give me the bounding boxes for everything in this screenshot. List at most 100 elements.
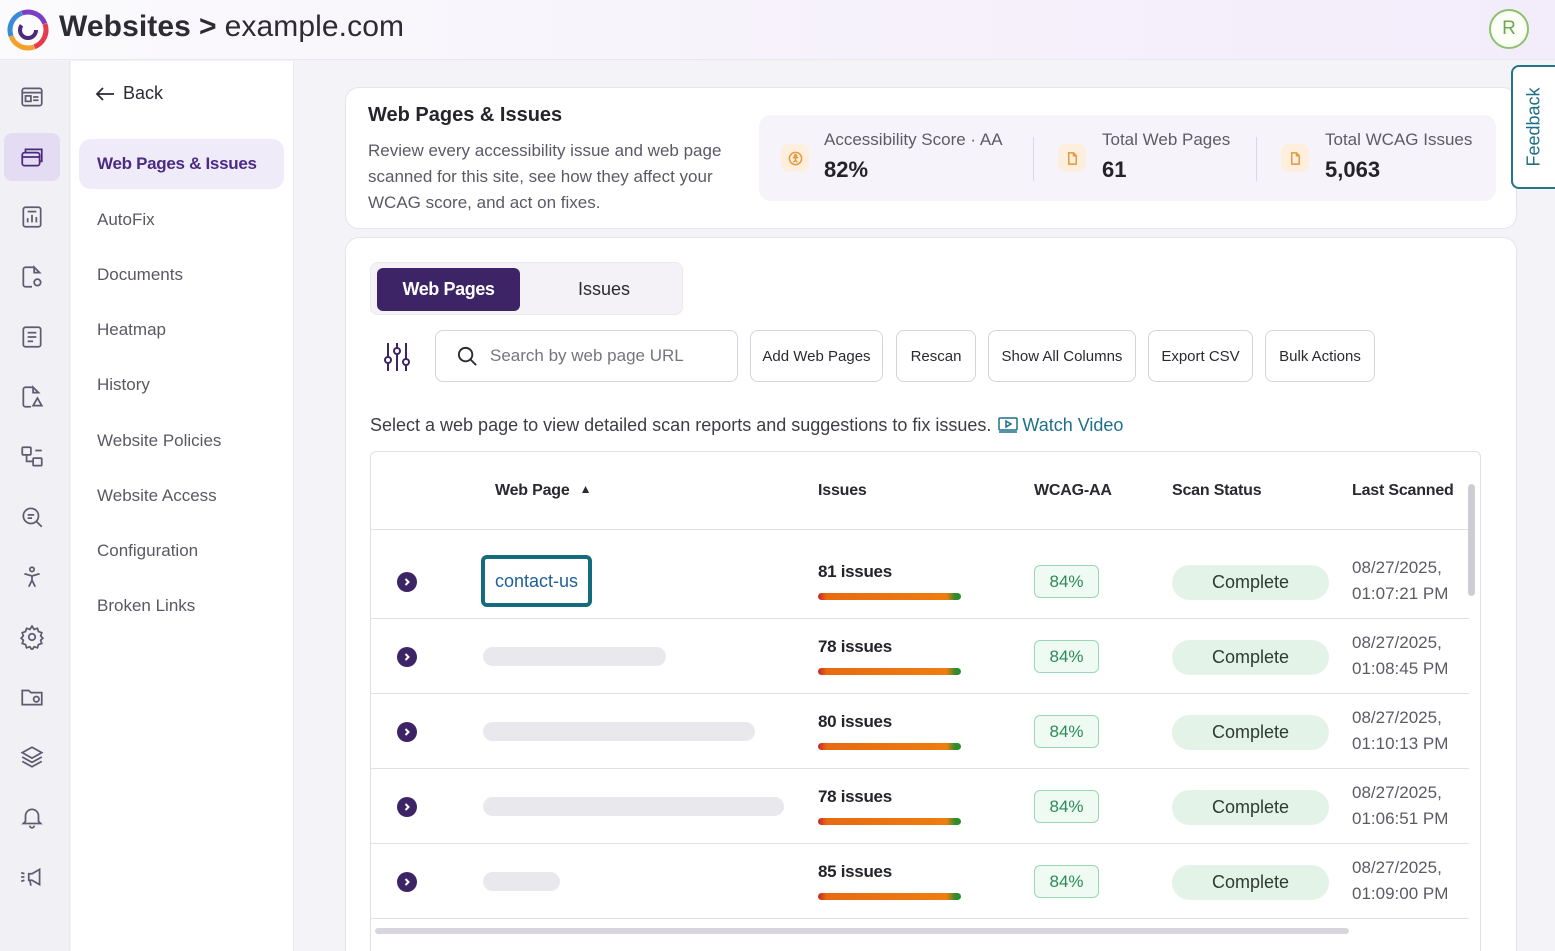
column-header-web-page[interactable]: Web Page ▲ [495, 482, 591, 500]
web-page-link[interactable]: contact-us [481, 555, 593, 607]
chevron-right-icon [404, 653, 410, 661]
column-header-label: Web Page [495, 482, 570, 499]
issues-count: 85 issues [818, 862, 892, 881]
wcag-score-badge: 84% [1034, 715, 1099, 748]
page-title: Web Pages & Issues [368, 104, 563, 126]
column-header-wcag-aa[interactable]: WCAG-AA [1034, 482, 1112, 500]
export-csv-button[interactable]: Export CSV [1148, 330, 1253, 382]
issues-severity-bar [818, 818, 961, 825]
issues-severity-bar [818, 893, 961, 900]
show-all-columns-button[interactable]: Show All Columns [988, 330, 1136, 382]
stat-label: Total WCAG Issues [1325, 130, 1473, 149]
nav-item-broken-links[interactable]: Broken Links [79, 581, 284, 631]
issues-count: 81 issues [818, 562, 892, 581]
page-icon [1058, 144, 1086, 172]
arrow-left-icon [95, 86, 114, 101]
scan-status-badge: Complete [1172, 865, 1329, 900]
user-avatar[interactable]: R [1489, 9, 1529, 49]
column-header-issues[interactable]: Issues [818, 482, 867, 500]
stat-label: Total Web Pages [1102, 130, 1231, 149]
rescan-button[interactable]: Rescan [896, 330, 976, 382]
summary-card: Web Pages & Issues Review every accessib… [345, 87, 1517, 229]
wcag-score-badge: 84% [1034, 565, 1099, 598]
add-web-pages-button[interactable]: Add Web Pages [750, 330, 883, 382]
search-field [435, 330, 738, 382]
last-scanned-time: 01:07:21 PM [1352, 584, 1449, 603]
app-logo[interactable] [6, 8, 50, 52]
issues-count: 80 issues [818, 712, 892, 731]
main-card: Web Pages Issues Add Web Pages Rescan Sh… [345, 237, 1517, 951]
issues-severity-bar [818, 668, 961, 675]
nav-item-history[interactable]: History [79, 360, 284, 410]
web-pages-table: Web Page ▲ Issues WCAG-AA Scan Status Las… [370, 451, 1481, 951]
layers-icon[interactable] [4, 733, 60, 781]
section-nav: Back Web Pages & Issues AutoFix Document… [71, 61, 294, 951]
last-scanned-date: 08/27/2025, [1352, 783, 1442, 802]
search-input[interactable] [490, 341, 726, 371]
stat-value: 61 [1102, 157, 1127, 182]
stat-value: 5,063 [1325, 157, 1381, 182]
last-scanned-time: 01:10:13 PM [1352, 734, 1449, 753]
view-toggle: Web Pages Issues [370, 262, 683, 315]
dashboard-icon[interactable] [4, 73, 60, 121]
document-settings-icon[interactable] [4, 253, 60, 301]
document-warning-icon[interactable] [4, 373, 60, 421]
nav-item-autofix[interactable]: AutoFix [79, 195, 284, 245]
breadcrumb-websites[interactable]: Websites [59, 10, 191, 43]
scan-status-badge: Complete [1172, 640, 1329, 675]
stat-label: Accessibility Score · AA [824, 130, 1003, 149]
table-hint: Select a web page to view detailed scan … [370, 415, 1123, 436]
horizontal-scrollbar[interactable] [375, 928, 1349, 934]
web-pages-icon[interactable] [4, 133, 60, 181]
tab-web-pages[interactable]: Web Pages [377, 268, 520, 311]
table-row[interactable]: 85 issues 84% Complete 08/27/2025, 01:09:… [371, 844, 1469, 919]
nav-item-web-pages-issues[interactable]: Web Pages & Issues [79, 139, 284, 189]
watch-video-link[interactable]: Watch Video [998, 415, 1123, 435]
table-row[interactable]: contact-us 81 issues 84% Complete 08/27/… [371, 544, 1469, 619]
divider [1256, 137, 1257, 181]
expand-row-button[interactable] [397, 722, 417, 742]
nav-item-website-policies[interactable]: Website Policies [79, 416, 284, 466]
last-scanned: 08/27/2025, 01:09:00 PM [1352, 855, 1448, 907]
issues-severity-bar [818, 743, 961, 750]
column-header-scan-status[interactable]: Scan Status [1172, 482, 1262, 500]
table-header: Web Page ▲ Issues WCAG-AA Scan Status Las… [371, 452, 1469, 530]
accessibility-icon [781, 144, 809, 172]
table-row[interactable]: 78 issues 84% Complete 08/27/2025, 01:08:… [371, 619, 1469, 694]
expand-row-button[interactable] [397, 872, 417, 892]
sort-ascending-icon[interactable]: ▲ [580, 482, 592, 496]
table-row[interactable]: 80 issues 84% Complete 08/27/2025, 01:10:… [371, 694, 1469, 769]
expand-row-button[interactable] [397, 572, 417, 592]
last-scanned-date: 08/27/2025, [1352, 633, 1442, 652]
vertical-scrollbar[interactable] [1468, 484, 1475, 596]
settings-icon[interactable] [4, 613, 60, 661]
filter-sliders-icon[interactable] [380, 340, 414, 374]
hint-text: Select a web page to view detailed scan … [370, 415, 992, 435]
reports-icon[interactable] [4, 193, 60, 241]
mapping-icon[interactable] [4, 433, 60, 481]
expand-row-button[interactable] [397, 797, 417, 817]
back-button[interactable]: Back [95, 83, 163, 104]
nav-item-configuration[interactable]: Configuration [79, 526, 284, 576]
search-icon [457, 346, 477, 366]
chevron-right-icon [404, 803, 410, 811]
accessibility-icon[interactable] [4, 553, 60, 601]
nav-item-documents[interactable]: Documents [79, 250, 284, 300]
folder-settings-icon[interactable] [4, 673, 60, 721]
table-row[interactable]: 78 issues 84% Complete 08/27/2025, 01:06:… [371, 769, 1469, 844]
search-analysis-icon[interactable] [4, 493, 60, 541]
tab-issues[interactable]: Issues [529, 268, 679, 311]
nav-item-heatmap[interactable]: Heatmap [79, 305, 284, 355]
feedback-tab[interactable]: Feedback [1511, 65, 1555, 189]
chevron-right-icon [404, 728, 410, 736]
nav-item-website-access[interactable]: Website Access [79, 471, 284, 521]
last-scanned: 08/27/2025, 01:10:13 PM [1352, 705, 1448, 757]
back-label: Back [123, 83, 164, 103]
column-header-last-scanned[interactable]: Last Scanned [1352, 482, 1454, 500]
announcement-icon[interactable] [4, 853, 60, 901]
last-scanned: 08/27/2025, 01:06:51 PM [1352, 780, 1448, 832]
text-document-icon[interactable] [4, 313, 60, 361]
bell-icon[interactable] [4, 793, 60, 841]
bulk-actions-button[interactable]: Bulk Actions [1265, 330, 1375, 382]
expand-row-button[interactable] [397, 647, 417, 667]
